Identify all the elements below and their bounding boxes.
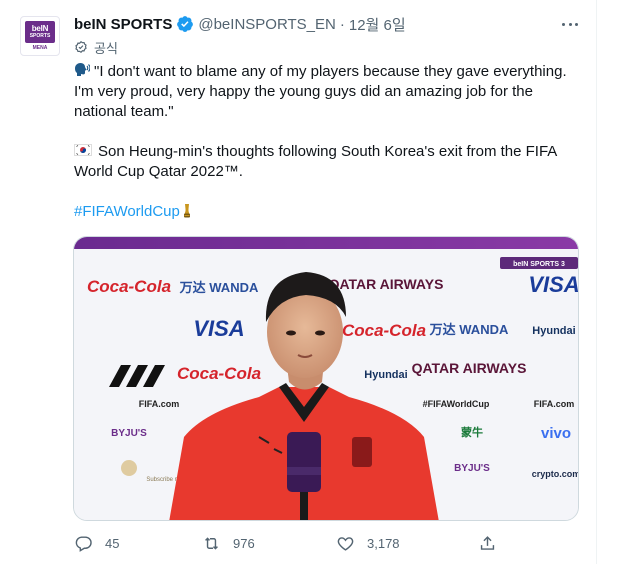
backdrop-logo: crypto.com xyxy=(532,469,579,479)
corner-channel-tag: beIN SPORTS 3 xyxy=(513,261,565,268)
quote-text: "I don't want to blame any of my players… xyxy=(74,63,571,120)
reply-count: 45 xyxy=(105,535,120,551)
backdrop-logo: FIFA.com xyxy=(139,399,180,409)
retweet-count: 976 xyxy=(233,535,255,551)
like-button[interactable]: 3,178 xyxy=(336,532,400,554)
quote-paragraph: "I don't want to blame any of my players… xyxy=(74,62,584,122)
media-image[interactable]: beIN SPORTS 3 Coca-Cola 万达 WANDA QATAR A… xyxy=(73,236,579,521)
interview-photo: beIN SPORTS 3 Coca-Cola 万达 WANDA QATAR A… xyxy=(74,237,579,520)
hashtag-link[interactable]: #FIFAWorldCup xyxy=(74,203,180,220)
official-text: 공식 xyxy=(94,40,118,56)
column-divider xyxy=(596,0,597,564)
tweet-body: "I don't want to blame any of my players… xyxy=(74,62,584,222)
backdrop-logo: BYJU'S xyxy=(111,428,147,439)
logo-mid-text: SPORTS xyxy=(29,33,51,39)
verified-badge-icon xyxy=(177,16,194,32)
backdrop-logo: VISA xyxy=(193,316,244,341)
more-dot-icon xyxy=(562,22,565,26)
more-options-button[interactable] xyxy=(560,16,580,32)
like-count: 3,178 xyxy=(367,535,400,551)
speaking-head-emoji-icon xyxy=(75,63,90,76)
summary-text: Son Heung-min's thoughts following South… xyxy=(74,143,561,180)
backdrop-logo: 万达 WANDA xyxy=(429,322,509,337)
author-handle[interactable]: @beINSPORTS_EN xyxy=(198,16,336,33)
retweet-icon xyxy=(205,536,218,550)
header-separator: · xyxy=(339,15,345,33)
summary-paragraph: Son Heung-min's thoughts following South… xyxy=(74,142,584,182)
reply-icon xyxy=(75,535,92,552)
reply-button[interactable]: 45 xyxy=(74,532,119,554)
backdrop-logo: Coca-Cola xyxy=(177,364,261,383)
logo-top-text: beIN xyxy=(31,24,49,33)
tweet-timestamp[interactable]: 12월 6일 xyxy=(349,14,406,35)
avatar[interactable]: beIN SPORTS MENA xyxy=(20,16,60,56)
tweet-actions: 45 976 3,178 xyxy=(74,532,500,554)
backdrop-logo: VISA xyxy=(528,272,579,297)
backdrop-logo: QATAR AIRWAYS xyxy=(412,360,527,376)
backdrop-logo: 蒙牛 xyxy=(461,425,483,439)
more-dot-icon xyxy=(568,22,572,26)
bein-logo: beIN SPORTS xyxy=(25,21,55,43)
backdrop-logo: Coca-Cola xyxy=(87,277,171,296)
backdrop-logo: vivo xyxy=(541,425,571,442)
backdrop-logo: BYJU'S xyxy=(454,463,490,474)
official-check-icon xyxy=(75,40,87,54)
backdrop-logo: Hyundai xyxy=(532,325,575,337)
backdrop-logo: FIFA.com xyxy=(534,399,575,409)
hashtag-paragraph: #FIFAWorldCup xyxy=(74,202,584,222)
more-dot-icon xyxy=(575,22,578,26)
tweet-header: beIN SPORTS @beINSPORTS_EN · 12월 6일 xyxy=(74,14,406,34)
retweet-button[interactable]: 976 xyxy=(202,532,255,554)
trophy-emoji-icon xyxy=(183,204,190,218)
backdrop-logo: Coca-Cola xyxy=(342,321,426,340)
author-name[interactable]: beIN SPORTS xyxy=(74,16,172,33)
share-button[interactable] xyxy=(478,532,509,554)
backdrop-logo: 万达 WANDA xyxy=(179,280,259,295)
logo-sub-text: MENA xyxy=(32,45,48,51)
backdrop-logo: QATAR AIRWAYS xyxy=(329,276,444,292)
heart-icon xyxy=(337,536,354,551)
official-label: 공식 xyxy=(74,38,118,56)
south-korea-flag-emoji-icon xyxy=(74,144,92,156)
backdrop-logo: Hyundai xyxy=(364,369,407,381)
backdrop-logo: #FIFAWorldCup xyxy=(423,399,490,409)
share-icon xyxy=(480,535,495,550)
